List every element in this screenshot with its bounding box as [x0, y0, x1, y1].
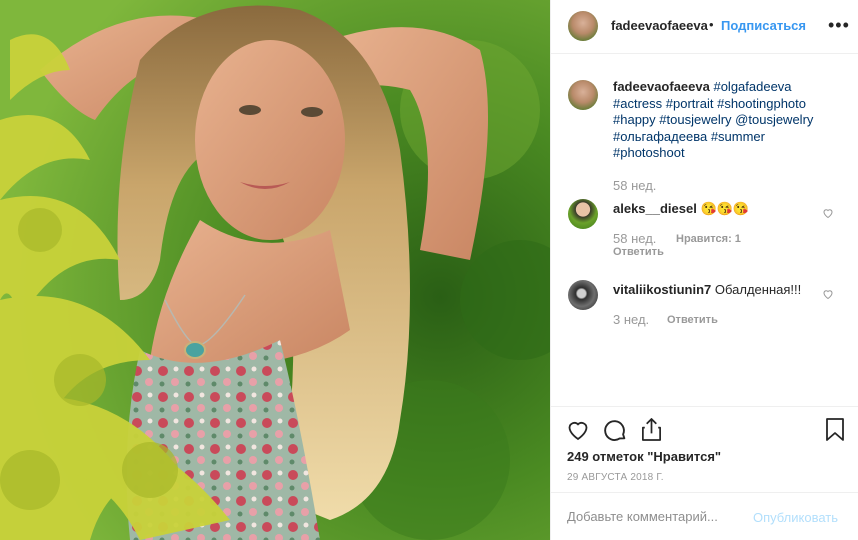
comment-age[interactable]: 3 нед. — [613, 312, 649, 327]
comment-like-icon[interactable] — [822, 288, 834, 300]
caption-author-avatar[interactable] — [568, 80, 598, 110]
comment-text: 😘😘😘 — [700, 201, 750, 216]
hashtag[interactable]: #olgafadeeva — [713, 79, 791, 94]
comment-text: Обалденная!!! — [714, 282, 802, 297]
author-username[interactable]: fadeevaofaeeva — [611, 18, 708, 33]
caption-author[interactable]: fadeevaofaeeva — [613, 79, 710, 94]
hashtag[interactable]: #actress — [613, 96, 662, 111]
reply-button[interactable]: Ответить — [667, 314, 718, 326]
commenter-avatar[interactable] — [568, 199, 598, 229]
post-header: fadeevaofaeeva • Подписаться ••• — [551, 0, 858, 54]
header-separator: • — [709, 17, 714, 32]
bookmark-icon[interactable] — [825, 417, 845, 442]
hashtag[interactable]: #tousjewelry — [659, 112, 731, 127]
heart-icon[interactable] — [565, 418, 591, 442]
caption-age[interactable]: 58 нед. — [613, 178, 656, 193]
hashtag[interactable]: #photoshoot — [613, 145, 685, 160]
likes-count[interactable]: 249 отметок "Нравится" — [567, 449, 721, 464]
comment-input[interactable] — [567, 509, 742, 524]
post-date[interactable]: 29 АВГУСТА 2018 Г. — [567, 472, 664, 483]
hashtag[interactable]: #shootingphoto — [717, 96, 806, 111]
photo-illustration — [0, 0, 550, 540]
more-horizontal-icon[interactable]: ••• — [828, 16, 850, 34]
hashtag[interactable]: #ольгафадеева — [613, 129, 707, 144]
reply-button[interactable]: Ответить — [613, 246, 664, 258]
share-icon[interactable] — [640, 417, 663, 442]
hashtag[interactable]: #summer — [711, 129, 765, 144]
comment-like-icon[interactable] — [822, 207, 834, 219]
comment-age[interactable]: 58 нед. — [613, 231, 656, 246]
hashtag[interactable]: #happy — [613, 112, 656, 127]
publish-button[interactable]: Опубликовать — [753, 510, 838, 525]
post-side-panel: fadeevaofaeeva • Подписаться ••• fadeeva… — [550, 0, 858, 540]
comment-item: vitaliikostiunin7 Обалденная!!! — [613, 282, 801, 297]
comment-username[interactable]: aleks__diesel — [613, 201, 697, 216]
comment-icon[interactable] — [603, 418, 628, 443]
comment-like-count[interactable]: Нравится: 1 — [676, 233, 741, 245]
commenter-avatar[interactable] — [568, 280, 598, 310]
comment-username[interactable]: vitaliikostiunin7 — [613, 282, 711, 297]
comment-item: aleks__diesel 😘😘😘 — [613, 201, 749, 217]
hashtag[interactable]: #portrait — [666, 96, 714, 111]
post-caption: fadeevaofaeeva #olgafadeeva #actress #po… — [613, 79, 843, 162]
follow-button[interactable]: Подписаться — [721, 18, 806, 33]
post-photo[interactable] — [0, 0, 550, 540]
mention[interactable]: @tousjewelry — [735, 112, 813, 127]
author-avatar[interactable] — [568, 11, 598, 41]
